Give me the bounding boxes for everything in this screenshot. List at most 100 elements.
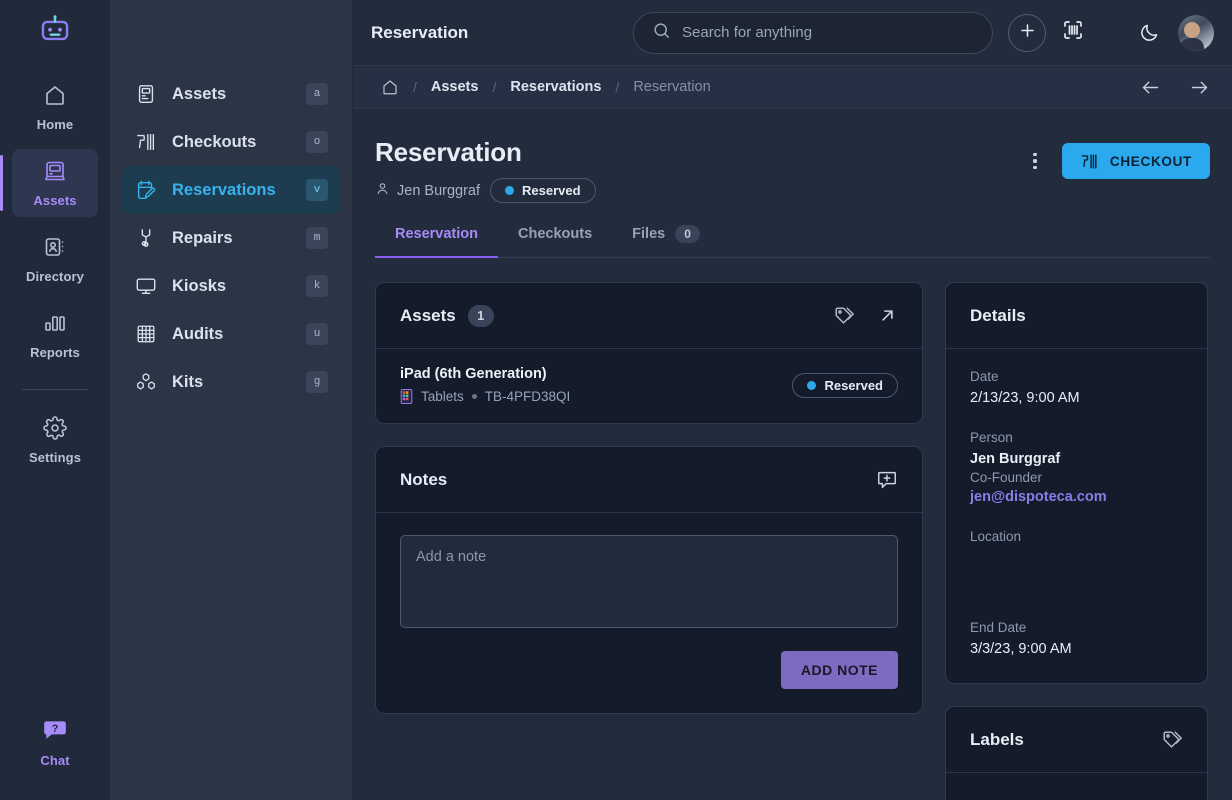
asset-category: Tablets (421, 389, 464, 404)
moon-icon[interactable] (1139, 22, 1160, 43)
add-note-button[interactable]: ADD NOTE (780, 651, 898, 689)
sidebar-shortcut: g (306, 371, 328, 393)
tab-label: Files (632, 226, 666, 242)
app-root: Home Assets Directory Reports Settings ?… (0, 0, 1232, 800)
tablet-icon (400, 389, 413, 404)
sidebar-item-label: Assets (172, 84, 227, 103)
details-card-body: Date 2/13/23, 9:00 AM Person Jen Burggra… (946, 349, 1207, 683)
robot-logo-icon[interactable] (38, 12, 72, 51)
asset-status-label: Reserved (824, 377, 883, 393)
barcode-scan-button[interactable] (1061, 18, 1085, 47)
assets-card-header: Assets 1 (376, 283, 922, 349)
person-icon (375, 181, 390, 200)
sidebar-item-checkouts[interactable]: Checkouts o (122, 118, 340, 166)
notes-card-title: Notes (400, 469, 448, 489)
status-dot (505, 186, 515, 195)
add-button[interactable] (1008, 13, 1046, 52)
page-subtitle-row: Jen Burggraf Reserved (375, 178, 596, 203)
sidebar-item-label: Kits (172, 372, 204, 391)
rail-item-label: Home (36, 116, 74, 132)
external-link-icon[interactable] (877, 305, 898, 326)
details-card-title: Details (970, 305, 1026, 325)
detail-person-name: Jen Burggraf (970, 451, 1061, 467)
sidebar-item-reservations[interactable]: Reservations v (122, 166, 340, 214)
rail-item-home[interactable]: Home (12, 73, 98, 141)
gear-icon (43, 415, 67, 445)
tab-files[interactable]: Files 0 (612, 225, 720, 257)
status-badge: Reserved (490, 178, 596, 203)
tab-count-badge: 0 (675, 225, 700, 243)
rail-item-assets[interactable]: Assets (0, 149, 98, 217)
detail-label: Location (970, 529, 1022, 544)
wrench-icon (134, 226, 158, 250)
sidebar-item-assets[interactable]: Assets a (122, 70, 340, 118)
search-input[interactable] (682, 24, 974, 41)
sidebar-item-kits[interactable]: Kits g (122, 358, 340, 406)
labels-card-body (946, 773, 1207, 800)
detail-label: End Date (970, 620, 1027, 635)
add-comment-icon[interactable] (876, 469, 898, 491)
breadcrumb-item-reservations[interactable]: Reservations (510, 79, 601, 95)
tab-reservation[interactable]: Reservation (375, 225, 499, 258)
avatar[interactable] (1178, 14, 1214, 51)
content-columns: Assets 1 iPad (6th Generation) Tablets T… (375, 282, 1210, 800)
app-page-title: Reservation (371, 22, 469, 42)
page-title: Reservation (375, 137, 522, 167)
page-header-left: Reservation Jen Burggraf Reserved (375, 137, 596, 203)
rail-item-settings[interactable]: Settings (12, 406, 98, 474)
sidebar-shortcut: u (306, 323, 328, 345)
home-icon[interactable] (381, 78, 399, 96)
barcode-scan-icon (1061, 18, 1085, 47)
detail-value: 3/3/23, 9:00 AM (970, 641, 1072, 657)
sidebar-shortcut: a (306, 83, 328, 105)
notes-card-actions (876, 469, 898, 491)
breadcrumb-nav (1140, 77, 1210, 98)
home-icon (43, 83, 67, 112)
page-header-actions: CHECKOUT (1024, 137, 1210, 179)
checkout-scan-icon (1080, 152, 1099, 171)
right-column: Details Date 2/13/23, 9:00 AM Person Jen… (945, 282, 1208, 800)
status-badge-label: Reserved (522, 183, 581, 198)
reports-bar-chart-icon (43, 311, 67, 340)
detail-field-end-date: End Date 3/3/23, 9:00 AM (970, 620, 1183, 657)
assets-card-title: Assets (400, 305, 456, 325)
arrow-right-icon[interactable] (1189, 77, 1210, 98)
tab-checkouts[interactable]: Checkouts (498, 225, 612, 257)
asset-status-badge: Reserved (792, 372, 898, 398)
tag-icon[interactable] (1161, 729, 1183, 751)
breadcrumb-separator: / (492, 79, 497, 95)
detail-person-email[interactable]: jen@dispoteca.com (970, 489, 1183, 505)
detail-field-location: Location (970, 529, 1183, 596)
breadcrumb: / Assets / Reservations / Reservation (353, 65, 1232, 109)
rail-item-reports[interactable]: Reports (12, 301, 98, 369)
labels-card: Labels (945, 706, 1208, 800)
sidebar-item-kiosks[interactable]: Kiosks k (122, 262, 340, 310)
topbar: Reservation (353, 0, 1232, 65)
search-icon (652, 21, 671, 45)
table-row[interactable]: iPad (6th Generation) Tablets TB-4PFD38Q… (376, 349, 922, 423)
breadcrumb-item-assets[interactable]: Assets (431, 79, 479, 95)
search-bar[interactable] (633, 11, 993, 54)
assets-icon (134, 82, 158, 106)
checkout-button[interactable]: CHECKOUT (1061, 143, 1210, 179)
topbar-right (1139, 14, 1214, 51)
more-vertical-icon[interactable] (1024, 146, 1046, 176)
meta-separator-dot (471, 394, 477, 399)
note-input[interactable] (400, 535, 898, 628)
kits-cubes-icon (134, 370, 158, 394)
sidebar-shortcut: m (306, 227, 328, 249)
main-area: Reservation Search for anything / Assets… (353, 0, 1232, 800)
sidebar-item-label: Repairs (172, 228, 233, 247)
assets-count-badge: 1 (467, 304, 494, 327)
sidebar-item-repairs[interactable]: Repairs m (122, 214, 340, 262)
rail-item-chat[interactable]: ? Chat (12, 708, 98, 776)
tag-icon[interactable] (833, 305, 855, 327)
directory-contact-icon (43, 235, 67, 264)
rail-item-directory[interactable]: Directory (12, 225, 98, 293)
asset-info: iPad (6th Generation) Tablets TB-4PFD38Q… (400, 366, 570, 404)
notes-card: Notes Add a note ADD NOTE (375, 446, 923, 714)
arrow-left-icon[interactable] (1140, 77, 1161, 98)
page-person: Jen Burggraf (375, 181, 480, 200)
sidebar-item-audits[interactable]: Audits u (122, 310, 340, 358)
details-card: Details Date 2/13/23, 9:00 AM Person Jen… (945, 282, 1208, 684)
